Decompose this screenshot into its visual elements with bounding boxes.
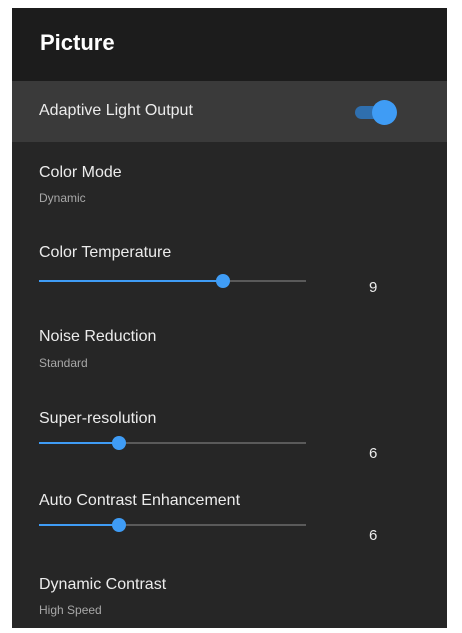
auto-contrast-enhancement-slider[interactable] xyxy=(39,515,306,535)
color-temperature-row[interactable]: Color Temperature 9 xyxy=(12,234,447,304)
super-resolution-row[interactable]: Super-resolution 6 xyxy=(12,400,447,470)
picture-settings-panel: Picture Adaptive Light Output Color Mode… xyxy=(12,8,447,628)
color-mode-row[interactable]: Color Mode Dynamic xyxy=(12,142,447,212)
adaptive-light-output-row[interactable]: Adaptive Light Output xyxy=(12,81,447,142)
slider-fill xyxy=(39,442,120,444)
dynamic-contrast-value: High Speed xyxy=(39,603,102,617)
adaptive-light-output-toggle[interactable] xyxy=(353,100,399,125)
noise-reduction-value: Standard xyxy=(39,356,88,370)
toggle-knob xyxy=(372,100,397,125)
page-title: Picture xyxy=(40,30,115,55)
noise-reduction-row[interactable]: Noise Reduction Standard xyxy=(12,318,447,388)
slider-thumb[interactable] xyxy=(112,518,127,532)
color-mode-label: Color Mode xyxy=(39,164,122,181)
dynamic-contrast-row[interactable]: Dynamic Contrast High Speed xyxy=(12,564,447,628)
auto-contrast-enhancement-label: Auto Contrast Enhancement xyxy=(39,492,241,509)
slider-thumb[interactable] xyxy=(112,436,127,450)
color-temperature-value: 9 xyxy=(369,279,378,296)
adaptive-light-output-label: Adaptive Light Output xyxy=(39,102,193,119)
color-mode-value: Dynamic xyxy=(39,191,86,205)
slider-fill xyxy=(39,524,120,526)
color-temperature-label: Color Temperature xyxy=(39,244,172,261)
slider-fill xyxy=(39,280,224,282)
noise-reduction-label: Noise Reduction xyxy=(39,328,157,345)
super-resolution-value: 6 xyxy=(369,445,378,462)
super-resolution-slider[interactable] xyxy=(39,433,306,453)
color-temperature-slider[interactable] xyxy=(39,271,306,291)
dynamic-contrast-label: Dynamic Contrast xyxy=(39,576,167,593)
auto-contrast-enhancement-row[interactable]: Auto Contrast Enhancement 6 xyxy=(12,482,447,552)
auto-contrast-enhancement-value: 6 xyxy=(369,527,378,544)
panel-header: Picture xyxy=(12,8,447,81)
slider-thumb[interactable] xyxy=(216,274,231,288)
super-resolution-label: Super-resolution xyxy=(39,410,157,427)
